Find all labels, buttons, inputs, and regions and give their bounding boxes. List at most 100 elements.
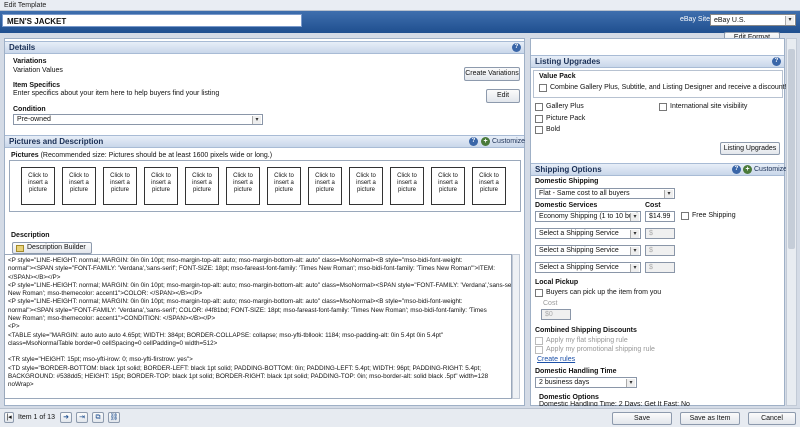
- shipping-service-4-select[interactable]: Select a Shipping Service ▾: [535, 262, 641, 273]
- picture-slot[interactable]: Click to insert a picture: [390, 167, 424, 205]
- header-bar: MEN'S JACKET eBay Site eBay U.S. ▾: [0, 11, 800, 33]
- site-select[interactable]: eBay U.S. ▾: [710, 14, 796, 26]
- right-scrollbar[interactable]: [786, 38, 797, 406]
- item-counter: Item 1 of 13: [18, 414, 55, 421]
- apply-flat-checkbox[interactable]: [535, 337, 543, 345]
- listing-upgrades-button[interactable]: Listing Upgrades: [720, 142, 780, 155]
- save-button[interactable]: Save: [612, 412, 672, 425]
- local-cost-input[interactable]: $0: [541, 309, 571, 320]
- value-pack-checkbox[interactable]: [539, 84, 547, 92]
- description-line: noWrap>: [8, 381, 34, 389]
- picture-slot[interactable]: Click to insert a picture: [226, 167, 260, 205]
- intl-visibility-checkbox[interactable]: [659, 103, 667, 111]
- picture-pack-checkbox[interactable]: [535, 115, 543, 123]
- pictures-label-row: Pictures (Recommended size: Pictures sho…: [11, 152, 272, 159]
- description-editor[interactable]: <P style="LINE-HEIGHT: normal; MARGIN: 0…: [4, 254, 512, 399]
- gallery-plus-checkbox[interactable]: [535, 103, 543, 111]
- condition-select[interactable]: Pre-owned ▾: [13, 114, 263, 125]
- site-label: eBay Site: [680, 16, 710, 23]
- value-pack-title: Value Pack: [539, 73, 576, 80]
- description-line: <P style="LINE-HEIGHT: normal; MARGIN: 0…: [8, 257, 463, 264]
- picture-slot-text: Click to: [274, 173, 294, 179]
- details-heading: Details: [9, 43, 36, 52]
- picture-slot-text: insert a: [192, 180, 212, 186]
- picture-slot-text: picture: [28, 187, 47, 193]
- bold-checkbox[interactable]: [535, 126, 543, 134]
- picture-slot-text: insert a: [397, 180, 417, 186]
- picture-slot[interactable]: Click to insert a picture: [267, 167, 301, 205]
- help-icon[interactable]: ?: [469, 137, 478, 146]
- shipping-cost-2-input[interactable]: $: [645, 228, 675, 239]
- description-builder-button[interactable]: Description Builder: [12, 242, 92, 254]
- picture-slot[interactable]: Click to insert a picture: [472, 167, 506, 205]
- gallery-plus-label: Gallery Plus: [546, 103, 584, 110]
- picture-slot-text: insert a: [438, 180, 458, 186]
- description-line: <P>: [8, 323, 20, 331]
- picture-slot[interactable]: Click to insert a picture: [103, 167, 137, 205]
- picture-slot-text: picture: [69, 187, 88, 193]
- apply-promo-checkbox[interactable]: [535, 346, 543, 354]
- handling-select[interactable]: 2 business days ▾: [535, 377, 637, 388]
- save-as-item-button[interactable]: Save as Item: [680, 412, 740, 425]
- help-icon[interactable]: ?: [732, 165, 741, 174]
- item-title-field[interactable]: MEN'S JACKET: [2, 14, 302, 27]
- scrollbar-thumb[interactable]: [788, 49, 795, 249]
- picture-slot[interactable]: Click to insert a picture: [349, 167, 383, 205]
- description-line: New Roman'; mso-themecolor: accent1">COL…: [8, 290, 203, 298]
- link-item-icon[interactable]: ⛓: [108, 412, 120, 423]
- cancel-button[interactable]: Cancel: [748, 412, 796, 425]
- description-builder-label: Description Builder: [27, 244, 86, 251]
- combined-title: Combined Shipping Discounts: [535, 327, 637, 334]
- listing-upgrades-header: Listing Upgrades: [531, 55, 784, 68]
- copy-item-icon[interactable]: ⧉: [92, 412, 104, 423]
- apply-promo-label: Apply my promotional shipping rule: [546, 346, 655, 353]
- edit-specifics-button[interactable]: Edit: [486, 89, 520, 103]
- last-item-icon[interactable]: ⇥: [76, 412, 88, 423]
- handling-title: Domestic Handling Time: [535, 368, 617, 375]
- chevron-down-icon: ▾: [785, 16, 794, 25]
- domestic-type-select[interactable]: Flat - Same cost to all buyers ▾: [535, 188, 675, 199]
- picture-slot-text: insert a: [151, 180, 171, 186]
- details-header: Details: [5, 41, 524, 54]
- variations-title: Variations: [13, 58, 47, 65]
- customize-plus-icon[interactable]: +: [481, 137, 490, 146]
- picture-slot-text: Click to: [479, 173, 499, 179]
- chevron-down-icon: ▾: [252, 116, 261, 124]
- picture-slot-text: insert a: [315, 180, 335, 186]
- picture-slot[interactable]: Click to insert a picture: [431, 167, 465, 205]
- shipping-service-3-select[interactable]: Select a Shipping Service ▾: [535, 245, 641, 256]
- free-shipping-label: Free Shipping: [692, 212, 736, 219]
- picture-slot[interactable]: Click to insert a picture: [308, 167, 342, 205]
- customize-plus-icon[interactable]: +: [743, 165, 752, 174]
- create-variations-button[interactable]: Create Variations: [464, 67, 520, 81]
- local-pickup-checkbox[interactable]: [535, 289, 543, 297]
- help-icon[interactable]: ?: [772, 57, 781, 66]
- picture-slot-text: picture: [356, 187, 375, 193]
- shipping-customize-link[interactable]: Customize: [754, 166, 787, 173]
- description-line: <P style="LINE-HEIGHT: normal; MARGIN: 0…: [8, 281, 512, 289]
- shipping-cost-3-input[interactable]: $: [645, 245, 675, 256]
- picture-slot[interactable]: Click to insert a picture: [144, 167, 178, 205]
- shipping-cost-1-input[interactable]: $14.99: [645, 211, 675, 222]
- condition-value: Pre-owned: [17, 116, 51, 123]
- picture-slot-text: Click to: [151, 173, 171, 179]
- shipping-service-1-select[interactable]: Economy Shipping (1 to 10 busi ▾: [535, 211, 641, 222]
- first-item-icon[interactable]: |◂: [4, 412, 14, 423]
- picture-slot[interactable]: Click to insert a picture: [21, 167, 55, 205]
- description-scrollbar[interactable]: [512, 254, 520, 399]
- pictures-customize-link[interactable]: Customize: [492, 138, 525, 145]
- local-pickup-title: Local Pickup: [535, 279, 579, 286]
- listing-upgrades-heading: Listing Upgrades: [535, 57, 601, 66]
- picture-slot[interactable]: Click to insert a picture: [62, 167, 96, 205]
- help-icon[interactable]: ?: [512, 43, 521, 52]
- picture-slot-text: insert a: [356, 180, 376, 186]
- picture-slot[interactable]: Click to insert a picture: [185, 167, 219, 205]
- condition-label: Condition: [13, 106, 46, 113]
- free-shipping-checkbox[interactable]: [681, 212, 689, 220]
- next-item-icon[interactable]: ➜: [60, 412, 72, 423]
- shipping-service-2-select[interactable]: Select a Shipping Service ▾: [535, 228, 641, 239]
- description-line: <TR style="HEIGHT: 15pt; mso-yfti-irow: …: [8, 356, 193, 364]
- value-pack-text: Combine Gallery Plus, Subtitle, and List…: [550, 84, 787, 91]
- shipping-cost-4-input[interactable]: $: [645, 262, 675, 273]
- create-rules-link[interactable]: Create rules: [537, 356, 575, 363]
